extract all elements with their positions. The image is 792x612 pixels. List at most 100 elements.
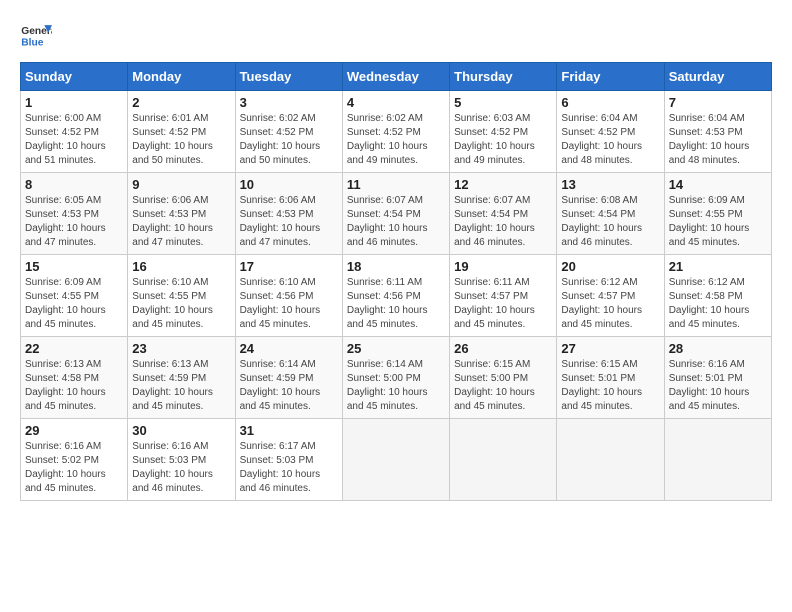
day-number: 9 [132,177,230,192]
calendar-cell: 31 Sunrise: 6:17 AMSunset: 5:03 PMDaylig… [235,419,342,501]
calendar-cell: 6 Sunrise: 6:04 AMSunset: 4:52 PMDayligh… [557,91,664,173]
day-info: Sunrise: 6:16 AMSunset: 5:01 PMDaylight:… [669,358,767,414]
day-number: 21 [669,259,767,274]
day-info: Sunrise: 6:01 AMSunset: 4:52 PMDaylight:… [132,112,230,168]
weekday-header: Saturday [664,63,771,91]
calendar-cell: 24 Sunrise: 6:14 AMSunset: 4:59 PMDaylig… [235,337,342,419]
calendar-cell: 11 Sunrise: 6:07 AMSunset: 4:54 PMDaylig… [342,173,449,255]
weekday-header: Tuesday [235,63,342,91]
calendar-cell [450,419,557,501]
day-number: 28 [669,341,767,356]
day-info: Sunrise: 6:08 AMSunset: 4:54 PMDaylight:… [561,194,659,250]
calendar-cell: 3 Sunrise: 6:02 AMSunset: 4:52 PMDayligh… [235,91,342,173]
weekday-header: Thursday [450,63,557,91]
day-number: 24 [240,341,338,356]
weekday-header: Monday [128,63,235,91]
day-info: Sunrise: 6:10 AMSunset: 4:55 PMDaylight:… [132,276,230,332]
logo: General Blue [20,20,52,52]
day-number: 23 [132,341,230,356]
calendar-cell: 2 Sunrise: 6:01 AMSunset: 4:52 PMDayligh… [128,91,235,173]
calendar-cell: 26 Sunrise: 6:15 AMSunset: 5:00 PMDaylig… [450,337,557,419]
page-header: General Blue [20,20,772,52]
day-info: Sunrise: 6:16 AMSunset: 5:02 PMDaylight:… [25,440,123,496]
calendar-header: SundayMondayTuesdayWednesdayThursdayFrid… [21,63,772,91]
day-number: 17 [240,259,338,274]
day-info: Sunrise: 6:07 AMSunset: 4:54 PMDaylight:… [347,194,445,250]
day-number: 15 [25,259,123,274]
day-info: Sunrise: 6:00 AMSunset: 4:52 PMDaylight:… [25,112,123,168]
day-number: 16 [132,259,230,274]
calendar-cell: 20 Sunrise: 6:12 AMSunset: 4:57 PMDaylig… [557,255,664,337]
calendar-cell: 16 Sunrise: 6:10 AMSunset: 4:55 PMDaylig… [128,255,235,337]
day-number: 4 [347,95,445,110]
day-info: Sunrise: 6:14 AMSunset: 4:59 PMDaylight:… [240,358,338,414]
day-info: Sunrise: 6:10 AMSunset: 4:56 PMDaylight:… [240,276,338,332]
calendar-cell [342,419,449,501]
calendar-cell: 15 Sunrise: 6:09 AMSunset: 4:55 PMDaylig… [21,255,128,337]
weekday-header: Sunday [21,63,128,91]
day-number: 10 [240,177,338,192]
calendar-cell: 30 Sunrise: 6:16 AMSunset: 5:03 PMDaylig… [128,419,235,501]
calendar-cell: 18 Sunrise: 6:11 AMSunset: 4:56 PMDaylig… [342,255,449,337]
calendar-cell: 13 Sunrise: 6:08 AMSunset: 4:54 PMDaylig… [557,173,664,255]
day-number: 2 [132,95,230,110]
day-number: 1 [25,95,123,110]
day-number: 19 [454,259,552,274]
day-number: 30 [132,423,230,438]
day-info: Sunrise: 6:07 AMSunset: 4:54 PMDaylight:… [454,194,552,250]
calendar-cell: 10 Sunrise: 6:06 AMSunset: 4:53 PMDaylig… [235,173,342,255]
day-info: Sunrise: 6:17 AMSunset: 5:03 PMDaylight:… [240,440,338,496]
day-info: Sunrise: 6:12 AMSunset: 4:57 PMDaylight:… [561,276,659,332]
calendar-week-row: 15 Sunrise: 6:09 AMSunset: 4:55 PMDaylig… [21,255,772,337]
day-info: Sunrise: 6:13 AMSunset: 4:58 PMDaylight:… [25,358,123,414]
day-info: Sunrise: 6:02 AMSunset: 4:52 PMDaylight:… [240,112,338,168]
day-info: Sunrise: 6:04 AMSunset: 4:53 PMDaylight:… [669,112,767,168]
day-number: 13 [561,177,659,192]
day-info: Sunrise: 6:13 AMSunset: 4:59 PMDaylight:… [132,358,230,414]
day-info: Sunrise: 6:11 AMSunset: 4:57 PMDaylight:… [454,276,552,332]
calendar-cell: 27 Sunrise: 6:15 AMSunset: 5:01 PMDaylig… [557,337,664,419]
day-info: Sunrise: 6:15 AMSunset: 5:01 PMDaylight:… [561,358,659,414]
day-info: Sunrise: 6:12 AMSunset: 4:58 PMDaylight:… [669,276,767,332]
calendar-cell: 7 Sunrise: 6:04 AMSunset: 4:53 PMDayligh… [664,91,771,173]
calendar-cell [664,419,771,501]
day-info: Sunrise: 6:09 AMSunset: 4:55 PMDaylight:… [25,276,123,332]
day-number: 25 [347,341,445,356]
calendar-cell: 29 Sunrise: 6:16 AMSunset: 5:02 PMDaylig… [21,419,128,501]
day-info: Sunrise: 6:11 AMSunset: 4:56 PMDaylight:… [347,276,445,332]
calendar-cell: 14 Sunrise: 6:09 AMSunset: 4:55 PMDaylig… [664,173,771,255]
day-number: 3 [240,95,338,110]
day-number: 27 [561,341,659,356]
day-number: 11 [347,177,445,192]
calendar-table: SundayMondayTuesdayWednesdayThursdayFrid… [20,62,772,501]
calendar-cell: 9 Sunrise: 6:06 AMSunset: 4:53 PMDayligh… [128,173,235,255]
day-info: Sunrise: 6:04 AMSunset: 4:52 PMDaylight:… [561,112,659,168]
calendar-cell: 22 Sunrise: 6:13 AMSunset: 4:58 PMDaylig… [21,337,128,419]
calendar-week-row: 8 Sunrise: 6:05 AMSunset: 4:53 PMDayligh… [21,173,772,255]
day-info: Sunrise: 6:14 AMSunset: 5:00 PMDaylight:… [347,358,445,414]
day-number: 7 [669,95,767,110]
calendar-week-row: 22 Sunrise: 6:13 AMSunset: 4:58 PMDaylig… [21,337,772,419]
calendar-body: 1 Sunrise: 6:00 AMSunset: 4:52 PMDayligh… [21,91,772,501]
day-number: 8 [25,177,123,192]
day-number: 5 [454,95,552,110]
svg-text:Blue: Blue [21,38,43,49]
calendar-cell: 5 Sunrise: 6:03 AMSunset: 4:52 PMDayligh… [450,91,557,173]
calendar-week-row: 1 Sunrise: 6:00 AMSunset: 4:52 PMDayligh… [21,91,772,173]
calendar-cell: 19 Sunrise: 6:11 AMSunset: 4:57 PMDaylig… [450,255,557,337]
day-number: 22 [25,341,123,356]
day-info: Sunrise: 6:05 AMSunset: 4:53 PMDaylight:… [25,194,123,250]
calendar-cell: 8 Sunrise: 6:05 AMSunset: 4:53 PMDayligh… [21,173,128,255]
day-info: Sunrise: 6:02 AMSunset: 4:52 PMDaylight:… [347,112,445,168]
day-info: Sunrise: 6:16 AMSunset: 5:03 PMDaylight:… [132,440,230,496]
calendar-cell: 4 Sunrise: 6:02 AMSunset: 4:52 PMDayligh… [342,91,449,173]
day-number: 26 [454,341,552,356]
day-number: 12 [454,177,552,192]
calendar-cell: 21 Sunrise: 6:12 AMSunset: 4:58 PMDaylig… [664,255,771,337]
calendar-cell: 12 Sunrise: 6:07 AMSunset: 4:54 PMDaylig… [450,173,557,255]
day-number: 29 [25,423,123,438]
weekday-header: Friday [557,63,664,91]
day-info: Sunrise: 6:06 AMSunset: 4:53 PMDaylight:… [240,194,338,250]
day-info: Sunrise: 6:03 AMSunset: 4:52 PMDaylight:… [454,112,552,168]
day-number: 31 [240,423,338,438]
